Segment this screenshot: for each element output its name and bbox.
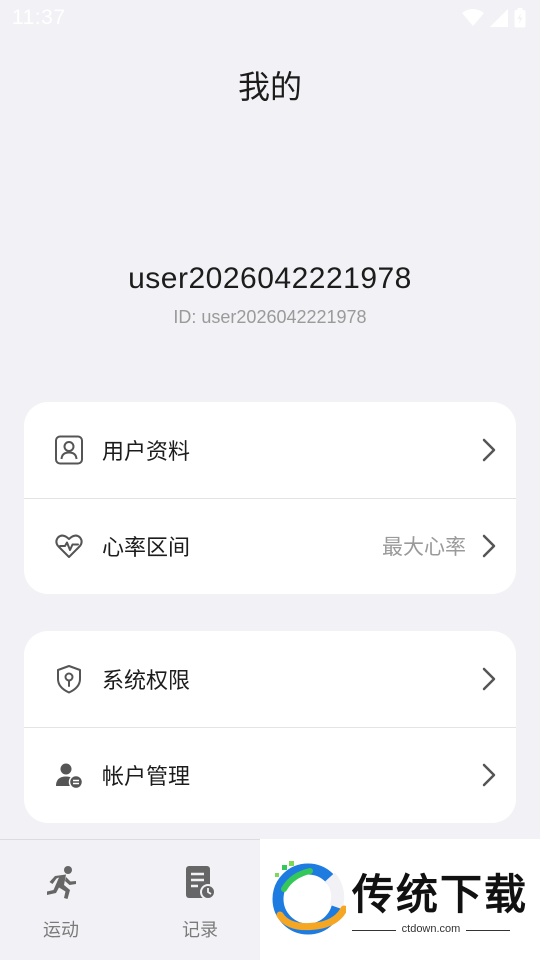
wifi-icon bbox=[462, 9, 484, 26]
menu-item-label: 用户资料 bbox=[102, 440, 191, 465]
page-title: 我的 bbox=[237, 68, 302, 106]
menu-item-account-management[interactable]: 帐户管理 bbox=[24, 727, 516, 823]
status-time: 11:37 bbox=[12, 6, 66, 29]
menu-item-user-profile[interactable]: 用户资料 bbox=[24, 402, 516, 498]
running-icon bbox=[42, 864, 80, 902]
user-id: ID: user2026042221978 bbox=[173, 307, 367, 327]
menu-item-heart-rate-zone[interactable]: 心率区间 最大心率 bbox=[24, 498, 516, 594]
menu-item-label: 心率区间 bbox=[102, 536, 191, 561]
status-icons bbox=[462, 8, 526, 28]
username: user2026042221978 bbox=[128, 262, 412, 295]
menu-item-system-permissions[interactable]: 系统权限 bbox=[24, 631, 516, 727]
menu-item-label: 帐户管理 bbox=[102, 765, 191, 790]
user-profile-icon bbox=[54, 435, 84, 465]
watermark: 传统下载 ctdown.com bbox=[260, 839, 540, 960]
battery-icon bbox=[514, 8, 526, 28]
tab-label: 记录 bbox=[182, 920, 218, 941]
chevron-right-icon bbox=[482, 667, 496, 691]
heart-rate-icon bbox=[54, 531, 84, 561]
watermark-divider bbox=[466, 930, 510, 931]
tab-sport[interactable]: 运动 bbox=[1, 840, 121, 960]
status-bar: 11:37 bbox=[0, 0, 540, 36]
settings-card-2: 系统权限 帐户管理 bbox=[24, 631, 516, 823]
shield-icon bbox=[54, 664, 84, 694]
menu-item-value: 最大心率 bbox=[382, 535, 466, 559]
tab-label: 运动 bbox=[43, 920, 79, 941]
chevron-right-icon bbox=[482, 438, 496, 462]
chevron-right-icon bbox=[482, 534, 496, 558]
settings-card-1: 用户资料 心率区间 最大心率 bbox=[24, 402, 516, 594]
signal-icon bbox=[490, 9, 508, 27]
watermark-logo-icon bbox=[272, 861, 346, 935]
account-icon bbox=[54, 760, 84, 790]
chevron-right-icon bbox=[482, 763, 496, 787]
record-icon bbox=[183, 864, 217, 902]
menu-item-label: 系统权限 bbox=[102, 669, 191, 694]
watermark-url: ctdown.com bbox=[401, 923, 461, 935]
watermark-text: 传统下载 bbox=[352, 870, 529, 919]
tab-record[interactable]: 记录 bbox=[140, 840, 260, 960]
